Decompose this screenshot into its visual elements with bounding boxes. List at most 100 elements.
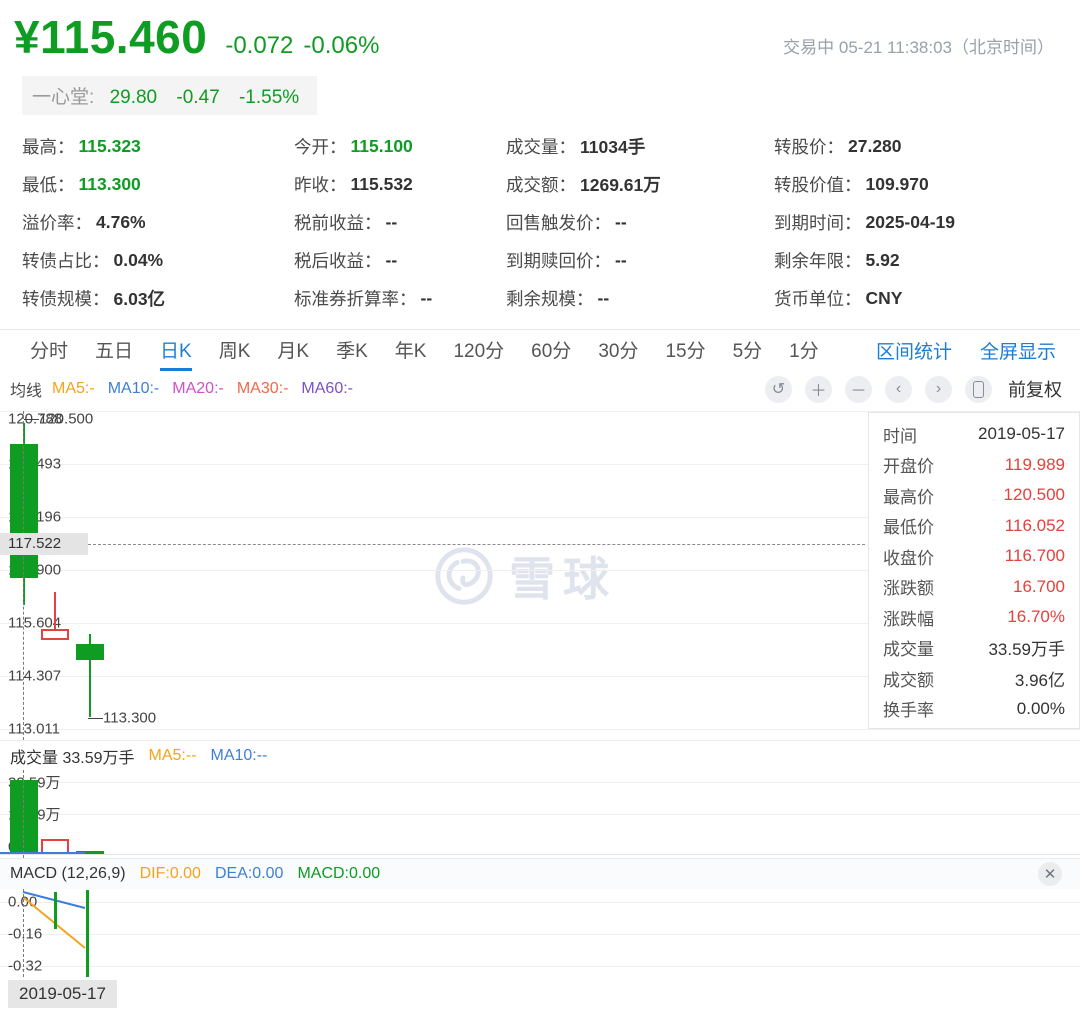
- gridline: [0, 814, 1080, 815]
- ma-legend-item: MA10:-: [108, 380, 160, 397]
- change-amount: -0.072: [225, 32, 293, 59]
- zoom-out-button[interactable]: －: [845, 376, 872, 403]
- underlying-stock-pill[interactable]: 一心堂: 29.80 -0.47 -1.55%: [22, 76, 317, 115]
- tooltip-label: 最低价: [883, 513, 934, 538]
- crosshair-horizontal: [88, 544, 865, 545]
- stat-label: 标准券折算率：: [294, 286, 417, 311]
- tooltip-value: 16.700: [1013, 577, 1065, 597]
- tooltip-label: 涨跌幅: [883, 605, 934, 630]
- action-全屏显示[interactable]: 全屏显示: [980, 337, 1056, 364]
- chart-toolbar: ↺ ＋ － ‹ › 前复权: [752, 376, 1062, 403]
- stat-value: CNY: [866, 288, 903, 309]
- stat-label: 剩余规模：: [506, 286, 594, 311]
- reset-zoom-button[interactable]: ↺: [765, 376, 792, 403]
- stat-label: 溢价率：: [22, 210, 92, 235]
- stat-value: --: [615, 212, 627, 233]
- quote-header: ¥115.460 -0.072-0.06% 交易中 05-21 11:38:03…: [0, 0, 1080, 317]
- tab-5分[interactable]: 5分: [733, 330, 763, 371]
- stat-cell: 转债规模：6.03亿: [22, 279, 294, 317]
- tooltip-row: 时间2019-05-17: [883, 419, 1065, 450]
- stat-value: 11034手: [580, 134, 645, 159]
- tooltip-value: 116.700: [1005, 546, 1065, 566]
- stat-label: 最高：: [22, 134, 75, 159]
- stat-label: 成交量：: [506, 134, 576, 159]
- adjust-type-dropdown[interactable]: 前复权: [1008, 376, 1062, 402]
- tooltip-label: 最高价: [883, 483, 934, 508]
- tab-日K[interactable]: 日K: [160, 330, 192, 371]
- tab-30分[interactable]: 30分: [598, 330, 638, 371]
- macd-histogram-bar: [54, 892, 57, 929]
- ma-legend-item: MA20:-: [172, 380, 224, 397]
- tooltip-value: 116.052: [1005, 516, 1065, 536]
- stat-cell: 成交量：11034手: [506, 127, 774, 165]
- stat-cell: 剩余规模：--: [506, 279, 774, 317]
- tab-五日[interactable]: 五日: [95, 330, 133, 371]
- pan-left-button[interactable]: ‹: [885, 376, 912, 403]
- candle-body: [10, 444, 38, 578]
- price-change: -0.072 -0.06%: [225, 32, 389, 60]
- stat-cell: 转股价：27.280: [774, 127, 1054, 165]
- tooltip-value: 3.96亿: [1015, 666, 1065, 691]
- tooltip-row: 最高价 120.500: [883, 480, 1065, 511]
- ma-prefix-label: 均线: [10, 377, 42, 401]
- tab-60分[interactable]: 60分: [531, 330, 571, 371]
- tooltip-value: 120.500: [1004, 485, 1065, 505]
- candle: [76, 634, 104, 717]
- tooltip-row: 成交量33.59万手: [883, 633, 1065, 664]
- tooltip-label: 时间: [883, 422, 917, 447]
- change-percent: -0.06%: [303, 32, 379, 59]
- stat-label: 货币单位：: [774, 286, 862, 311]
- tab-15分[interactable]: 15分: [665, 330, 705, 371]
- stat-cell: 到期时间：2025-04-19: [774, 203, 1054, 241]
- volume-title: 成交量 33.59万手: [10, 744, 135, 768]
- tab-周K[interactable]: 周K: [219, 330, 251, 371]
- stat-cell: 税前收益：--: [294, 203, 506, 241]
- candle-body: [41, 629, 69, 640]
- stat-cell: 剩余年限：5.92: [774, 241, 1054, 279]
- stat-value: --: [598, 288, 610, 309]
- tab-月K[interactable]: 月K: [277, 330, 309, 371]
- tab-1分[interactable]: 1分: [789, 330, 819, 371]
- macd-close-button[interactable]: ✕: [1038, 862, 1062, 886]
- volume-baseline: [0, 854, 1080, 855]
- candlestick-chart[interactable]: 雪球 时间2019-05-17开盘价119.989最高价 120.500 最低价 11…: [0, 407, 1080, 740]
- stat-cell: 最低：113.300: [22, 165, 294, 203]
- mobile-view-button[interactable]: [965, 376, 992, 403]
- tooltip-value: 119.989: [1005, 455, 1065, 475]
- stat-label: 回售触发价：: [506, 210, 611, 235]
- watermark: 雪球: [433, 543, 617, 609]
- stat-value: 27.280: [848, 136, 902, 157]
- min-price-annotation: —113.300: [88, 710, 156, 727]
- stat-cell: 货币单位：CNY: [774, 279, 1054, 317]
- volume-chart[interactable]: 33.59万16.79万0.00: [0, 770, 1080, 858]
- tab-年K[interactable]: 年K: [395, 330, 427, 371]
- tooltip-label: 收盘价: [883, 544, 934, 569]
- stat-value: --: [421, 288, 433, 309]
- tooltip-row: 成交额3.96亿: [883, 663, 1065, 694]
- pan-right-button[interactable]: ›: [925, 376, 952, 403]
- tab-actions: 区间统计 全屏显示: [848, 330, 1056, 371]
- tooltip-row: 开盘价119.989: [883, 450, 1065, 481]
- stat-label: 到期时间：: [774, 210, 862, 235]
- undo-icon: ↺: [772, 379, 785, 399]
- tab-分时[interactable]: 分时: [30, 330, 68, 371]
- stat-label: 转股价值：: [774, 172, 862, 197]
- tab-季K[interactable]: 季K: [336, 330, 368, 371]
- macd-chart[interactable]: 0.00-0.16-0.32: [0, 889, 1080, 977]
- volume-ma10-label: MA10:--: [211, 747, 268, 765]
- macd-title: MACD (12,26,9): [10, 865, 126, 883]
- stat-label: 税后收益：: [294, 248, 382, 273]
- market-status: 交易中 05-21 11:38:03（北京时间）: [783, 33, 1054, 58]
- x-axis-date-label: 2019-05-17: [8, 980, 117, 1008]
- candle-tooltip-panel: 时间2019-05-17开盘价119.989最高价 120.500 最低价 116.0…: [868, 412, 1080, 729]
- crosshair-vertical: [23, 770, 24, 858]
- stat-value: 115.323: [79, 136, 141, 157]
- zoom-in-button[interactable]: ＋: [805, 376, 832, 403]
- stat-cell: 转债占比：0.04%: [22, 241, 294, 279]
- stat-label: 到期赎回价：: [506, 248, 611, 273]
- stat-value: --: [615, 250, 627, 271]
- stat-value: --: [386, 212, 398, 233]
- action-区间统计[interactable]: 区间统计: [876, 337, 952, 364]
- ma-legend-item: MA5:-: [52, 380, 95, 397]
- tab-120分[interactable]: 120分: [453, 330, 504, 371]
